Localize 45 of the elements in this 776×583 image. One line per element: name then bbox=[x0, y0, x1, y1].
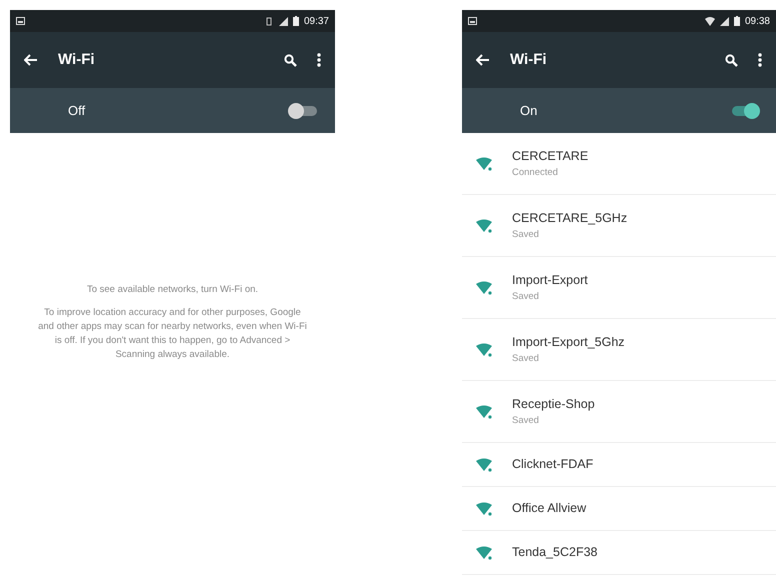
wifi-signal-icon bbox=[704, 16, 715, 26]
network-status: Saved bbox=[512, 228, 540, 242]
wifi-icon[interactable] bbox=[476, 280, 492, 294]
switch-label: Off bbox=[68, 102, 86, 120]
image-notification-icon bbox=[16, 17, 25, 25]
switch-label: On bbox=[520, 102, 538, 120]
info-text: To improve location accuracy and for other purposes, Google and other apps may scan for nearby networks, even when Wi-Fi is off. If you don't want this to happen, go to Advanced > Scanning always available. bbox=[37, 306, 308, 362]
network-name[interactable]: Import-Export bbox=[512, 271, 588, 290]
network-name[interactable]: Receptie-Shop bbox=[512, 395, 595, 414]
wifi-icon[interactable] bbox=[476, 156, 492, 170]
network-name[interactable]: Import-Export_5Ghz bbox=[512, 333, 625, 352]
battery-icon bbox=[734, 16, 740, 26]
screen-title: Wi-Fi bbox=[510, 50, 548, 70]
network-name[interactable]: Clicknet-FDAF bbox=[512, 455, 594, 474]
wifi-icon[interactable] bbox=[476, 502, 492, 516]
cell-signal-icon bbox=[720, 16, 729, 26]
network-name[interactable]: Office Allview bbox=[512, 499, 586, 518]
wifi-icon[interactable] bbox=[476, 546, 492, 560]
wifi-icon[interactable] bbox=[476, 458, 492, 472]
wifi-icon[interactable] bbox=[476, 218, 492, 232]
back-arrow-icon[interactable] bbox=[476, 54, 490, 66]
network-status: Saved bbox=[512, 414, 540, 428]
more-options-icon[interactable] bbox=[758, 53, 762, 67]
search-icon[interactable] bbox=[725, 54, 738, 66]
cell-signal-icon bbox=[278, 16, 288, 26]
info-text: To see available networks, turn Wi-Fi on. bbox=[86, 283, 258, 298]
sim-icon bbox=[264, 16, 274, 26]
battery-icon bbox=[292, 16, 299, 26]
network-status: Saved bbox=[512, 352, 540, 366]
image-notification-icon bbox=[468, 17, 477, 25]
wifi-toggle[interactable] bbox=[291, 106, 317, 116]
more-options-icon[interactable] bbox=[317, 53, 321, 67]
status-time: 09:37 bbox=[304, 14, 329, 28]
screen-title: Wi-Fi bbox=[58, 50, 96, 70]
network-name[interactable]: CERCETARE bbox=[512, 147, 588, 166]
back-arrow-icon[interactable] bbox=[24, 54, 38, 66]
search-icon[interactable] bbox=[284, 54, 297, 66]
network-status: Connected bbox=[512, 166, 559, 180]
network-name[interactable]: CERCETARE_5GHz bbox=[512, 209, 628, 228]
wifi-icon[interactable] bbox=[476, 404, 492, 418]
status-time: 09:38 bbox=[744, 14, 770, 28]
wifi-toggle[interactable] bbox=[732, 106, 758, 116]
network-status: Saved bbox=[512, 290, 540, 304]
wifi-icon[interactable] bbox=[476, 342, 492, 356]
network-name[interactable]: Tenda_5C2F38 bbox=[512, 543, 598, 562]
